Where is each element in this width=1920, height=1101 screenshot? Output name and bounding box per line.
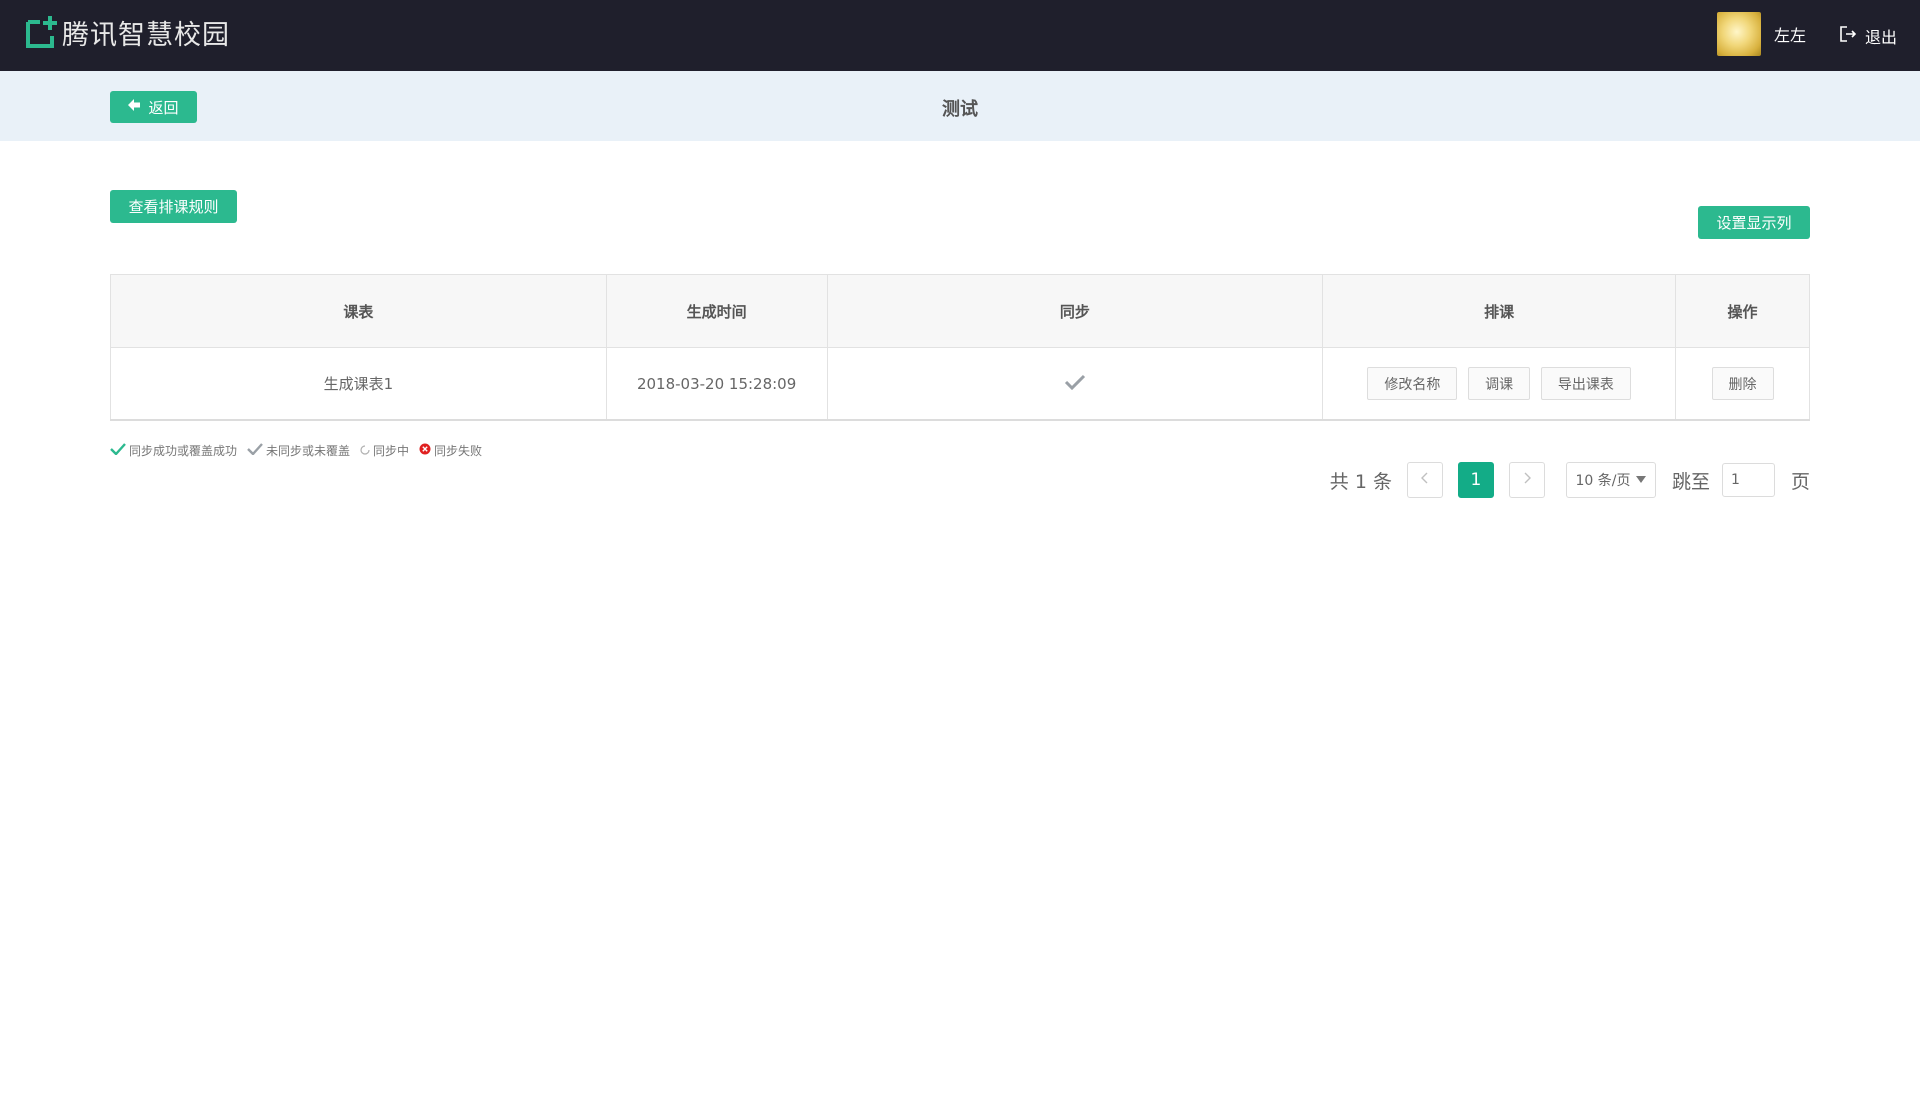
column-header-sync: 同步 [826,274,1324,348]
legend-item-syncing: 同步中 [360,442,409,459]
spinner-icon [360,444,373,458]
legend-label: 同步失败 [434,444,483,458]
page-number-current[interactable]: 1 [1457,462,1494,498]
delete-button[interactable]: 删除 [1711,367,1774,400]
page-suffix: 页 [1790,470,1810,493]
logout-label: 退出 [1864,28,1897,47]
view-rules-button[interactable]: 查看排课规则 [110,190,237,223]
set-columns-button[interactable]: 设置显示列 [1698,206,1810,239]
sync-legend: 同步成功或覆盖成功 未同步或未覆盖 同步中 同步失败 [110,442,492,459]
page-title: 测试 [942,99,978,120]
avatar[interactable] [1716,12,1761,56]
legend-label: 未同步或未覆盖 [266,444,351,458]
prev-page-button[interactable] [1406,462,1443,498]
page-size-select[interactable]: 10 条/页 [1565,462,1656,498]
cell-generated-time: 2018-03-20 15:28:09 [605,347,828,421]
pagination: 共 1 条 1 10 条/页 跳至 页 [1330,462,1810,498]
adjust-class-button[interactable]: 调课 [1468,367,1531,400]
cell-arrange-actions: 修改名称 调课 导出课表 [1322,347,1677,421]
jump-page-input[interactable] [1721,463,1775,497]
rename-button[interactable]: 修改名称 [1367,367,1458,400]
chevron-right-icon [1523,472,1531,488]
check-grey-icon [247,443,266,458]
check-icon [1064,374,1086,394]
column-header-schedule: 课表 [110,274,607,348]
sub-header: 返回 测试 [0,71,1920,141]
logo[interactable]: 腾讯智慧校园 [24,12,230,52]
column-header-time: 生成时间 [605,274,828,348]
total-count: 共 1 条 [1329,470,1392,493]
logo-mark-icon [24,14,60,50]
column-header-arrange: 排课 [1322,274,1677,348]
check-green-icon [110,443,129,458]
legend-item-failed: 同步失败 [419,442,482,459]
legend-item-not-synced: 未同步或未覆盖 [247,442,350,459]
legend-item-success: 同步成功或覆盖成功 [110,442,237,459]
user-info[interactable]: 左左 [1716,12,1806,56]
cell-schedule-name: 生成课表1 [110,347,607,421]
next-page-button[interactable] [1508,462,1545,498]
table-row: 生成课表1 2018-03-20 15:28:09 修改名称 调课 导出课表 删… [110,347,1810,421]
error-icon [419,443,434,458]
username[interactable]: 左左 [1774,22,1806,46]
logout-icon [1839,25,1865,47]
legend-label: 同步中 [373,444,410,458]
caret-down-icon [1636,475,1647,486]
top-navbar: 腾讯智慧校园 左左 退出 [0,0,1920,71]
cell-sync-status [826,347,1324,421]
logo-text: 腾讯智慧校园 [62,19,230,51]
chevron-left-icon [1420,472,1429,488]
cell-operation: 删除 [1675,347,1810,421]
page-size-value: 10 条/页 [1575,473,1631,489]
schedule-table: 课表 生成时间 同步 排课 操作 生成课表1 2018-03-20 15:28:… [110,274,1810,421]
export-schedule-button[interactable]: 导出课表 [1540,367,1631,400]
legend-label: 同步成功或覆盖成功 [129,444,238,458]
column-header-operation: 操作 [1675,274,1810,348]
table-header-row: 课表 生成时间 同步 排课 操作 [110,274,1810,348]
jump-label: 跳至 [1671,470,1710,493]
logout-button[interactable]: 退出 [1839,24,1897,48]
